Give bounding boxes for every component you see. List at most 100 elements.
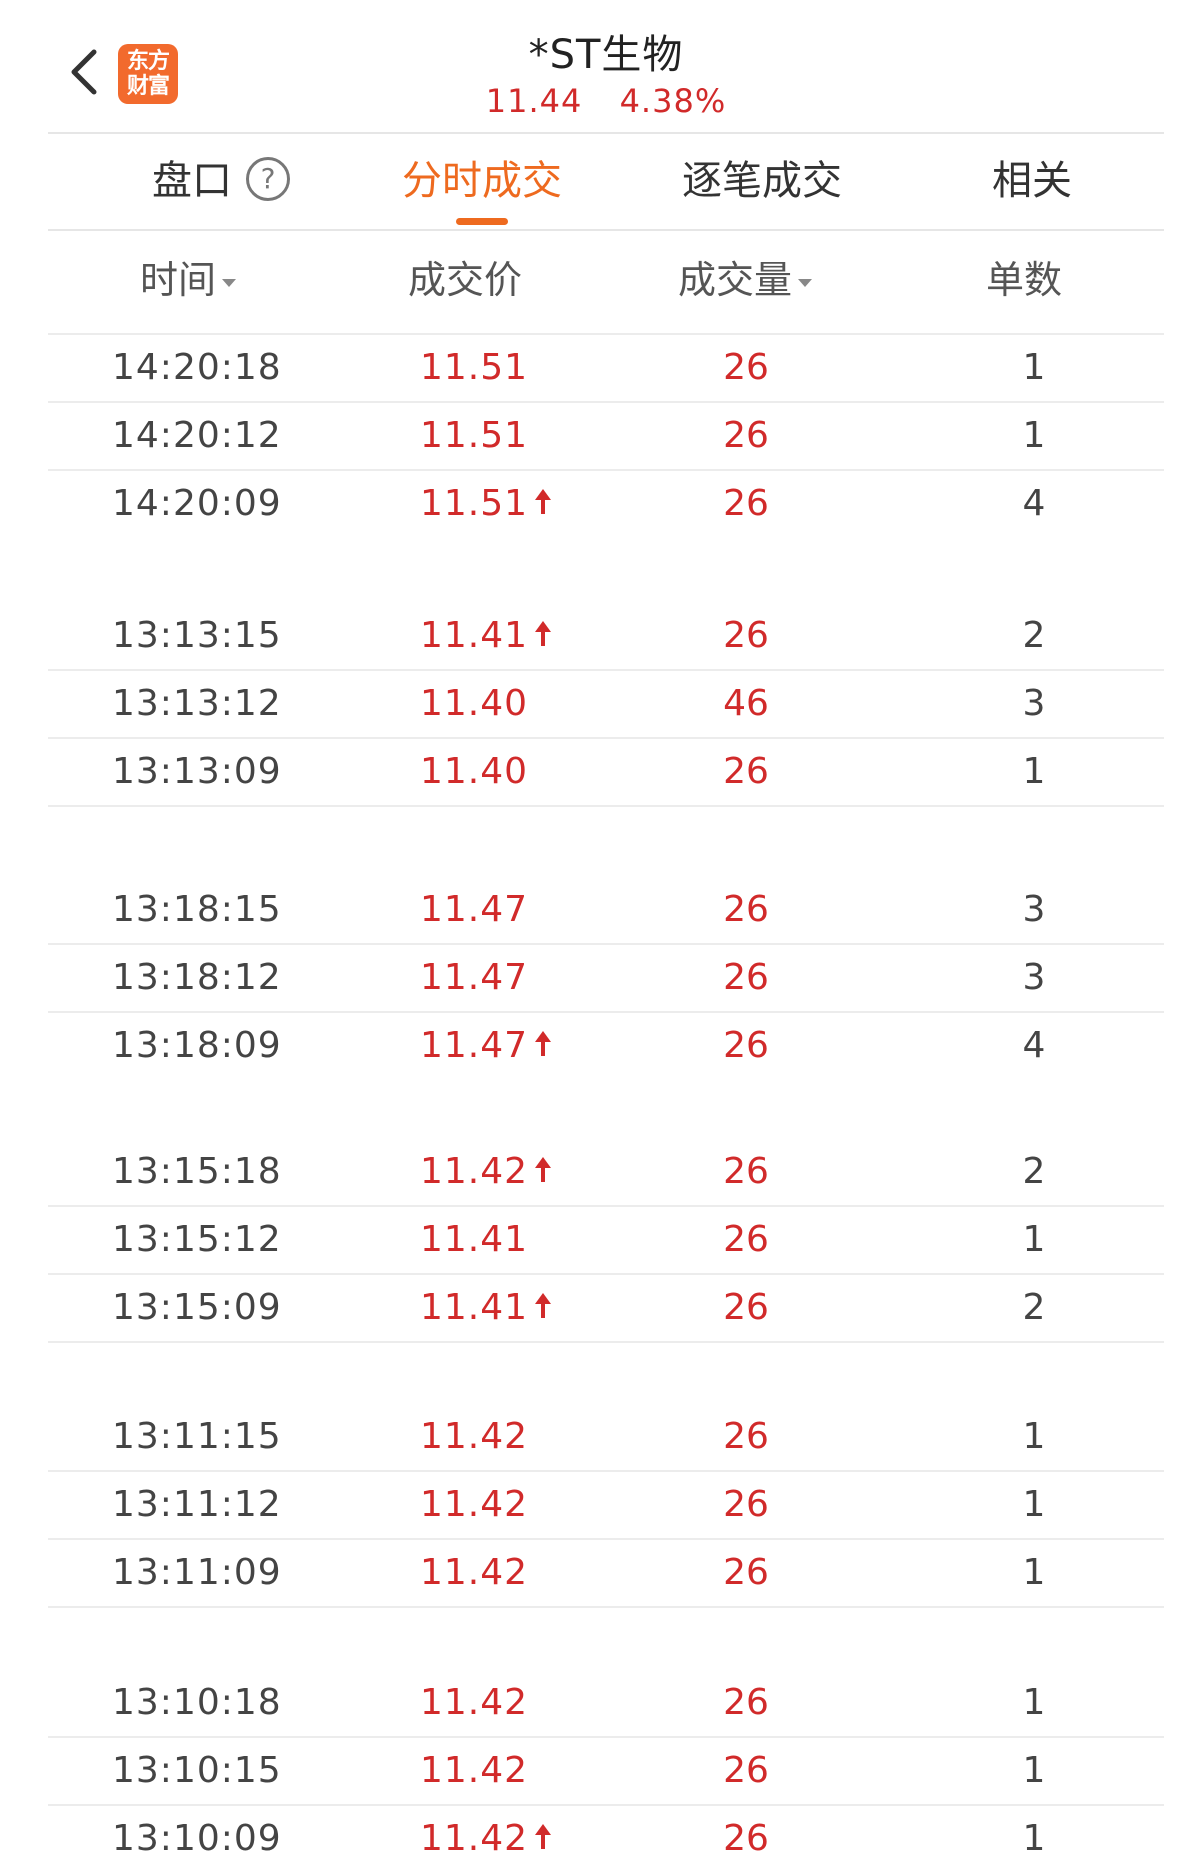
table-row[interactable]: 13:18:09 11.47 26 4 xyxy=(48,1012,1164,1080)
trade-price: 11.47 xyxy=(420,957,529,998)
table-row[interactable]: 14:20:12 11.51 26 1 xyxy=(48,402,1164,470)
trade-price-cell: 11.42 xyxy=(420,1805,554,1873)
trade-volume: 26 xyxy=(723,1818,769,1859)
trade-volume: 26 xyxy=(723,1219,769,1260)
trade-volume: 26 xyxy=(723,1416,769,1457)
help-icon[interactable]: ? xyxy=(246,157,290,201)
trade-count: 2 xyxy=(1022,1151,1046,1192)
tab-minute-trades[interactable]: 分时成交 xyxy=(372,134,592,228)
trade-count: 2 xyxy=(1022,615,1046,656)
trade-time: 14:20:09 xyxy=(112,483,282,524)
trade-count: 1 xyxy=(1022,1750,1046,1791)
trade-time: 13:11:15 xyxy=(112,1416,282,1457)
table-row[interactable]: 13:13:12 11.40 46 3 xyxy=(48,670,1164,738)
trade-price: 11.42 xyxy=(420,1750,529,1791)
column-header-price-label: 成交价 xyxy=(408,258,523,302)
table-row[interactable]: 13:10:15 11.42 26 1 xyxy=(48,1737,1164,1805)
table-row[interactable]: 13:11:12 11.42 26 1 xyxy=(48,1471,1164,1539)
tab-order-book-label: 盘口 xyxy=(152,158,232,204)
trade-volume: 26 xyxy=(723,1682,769,1723)
trade-volume: 26 xyxy=(723,1287,769,1328)
trade-volume: 26 xyxy=(723,615,769,656)
trade-price-cell: 11.47 xyxy=(420,876,528,944)
arrow-up-icon xyxy=(535,1824,552,1849)
table-row[interactable]: 13:13:09 11.40 26 1 xyxy=(48,738,1164,806)
trade-price-cell: 11.51 xyxy=(420,470,554,538)
row-divider xyxy=(48,1606,1164,1608)
trade-time: 14:20:18 xyxy=(112,347,282,388)
trade-time: 13:10:15 xyxy=(112,1750,282,1791)
trade-price-cell: 11.41 xyxy=(420,1274,554,1342)
tab-order-book[interactable]: 盘口? xyxy=(128,134,314,228)
table-row[interactable]: 13:11:15 11.42 26 1 xyxy=(48,1403,1164,1471)
trade-volume: 26 xyxy=(723,1484,769,1525)
trade-price: 11.41 xyxy=(420,1219,529,1260)
trade-price-cell: 11.42 xyxy=(420,1539,528,1607)
table-row[interactable]: 13:18:15 11.47 26 3 xyxy=(48,876,1164,944)
trade-count: 1 xyxy=(1022,1219,1046,1260)
trade-price-cell: 11.42 xyxy=(420,1669,528,1737)
trade-price: 11.42 xyxy=(420,1151,529,1192)
table-row[interactable]: 13:11:09 11.42 26 1 xyxy=(48,1539,1164,1607)
trade-price-cell: 11.41 xyxy=(420,1206,528,1274)
trade-price: 11.41 xyxy=(420,615,529,656)
column-header-count: 单数 xyxy=(986,242,1062,318)
trade-price-cell: 11.51 xyxy=(420,334,528,402)
trade-time: 13:18:15 xyxy=(112,889,282,930)
table-row[interactable]: 13:15:18 11.42 26 2 xyxy=(48,1138,1164,1206)
table-row[interactable]: 13:15:12 11.41 26 1 xyxy=(48,1206,1164,1274)
trade-count: 3 xyxy=(1022,683,1046,724)
trade-time: 13:15:12 xyxy=(112,1219,282,1260)
trade-volume: 26 xyxy=(723,415,769,456)
table-row[interactable]: 13:10:09 11.42 26 1 xyxy=(48,1805,1164,1873)
trade-price: 11.51 xyxy=(420,483,529,524)
trade-time: 13:10:09 xyxy=(112,1818,282,1859)
trade-count: 1 xyxy=(1022,347,1046,388)
column-header-volume-label: 成交量 xyxy=(678,258,793,302)
trade-count: 1 xyxy=(1022,1682,1046,1723)
column-header-count-label: 单数 xyxy=(986,258,1063,302)
trade-count: 1 xyxy=(1022,1484,1046,1525)
trade-count: 4 xyxy=(1022,483,1046,524)
trade-count: 1 xyxy=(1022,1552,1046,1593)
column-header-time-label: 时间 xyxy=(140,258,217,302)
trade-volume: 26 xyxy=(723,1750,769,1791)
trade-time: 14:20:12 xyxy=(112,415,282,456)
trade-count: 2 xyxy=(1022,1287,1046,1328)
trade-price: 11.47 xyxy=(420,889,529,930)
trade-volume: 26 xyxy=(723,957,769,998)
stock-quote: 11.44 4.38% xyxy=(0,82,1200,120)
trade-volume: 26 xyxy=(723,1552,769,1593)
trade-time: 13:11:12 xyxy=(112,1484,282,1525)
table-row[interactable]: 13:18:12 11.47 26 3 xyxy=(48,944,1164,1012)
tab-tick-trades[interactable]: 逐笔成交 xyxy=(652,134,872,228)
stock-price: 11.44 xyxy=(485,82,583,120)
column-header-time[interactable]: 时间 xyxy=(140,242,237,318)
table-row[interactable]: 13:10:18 11.42 26 1 xyxy=(48,1669,1164,1737)
arrow-up-icon xyxy=(535,1293,552,1318)
trade-price: 11.47 xyxy=(420,1025,529,1066)
active-tab-indicator xyxy=(456,218,508,225)
sort-caret-icon xyxy=(222,278,237,287)
trade-volume: 26 xyxy=(723,889,769,930)
trade-price-cell: 11.40 xyxy=(420,670,528,738)
table-row[interactable]: 13:15:09 11.41 26 2 xyxy=(48,1274,1164,1342)
table-row[interactable]: 13:13:15 11.41 26 2 xyxy=(48,602,1164,670)
column-header-volume[interactable]: 成交量 xyxy=(678,242,813,318)
tab-related[interactable]: 相关 xyxy=(962,134,1102,228)
table-row[interactable]: 14:20:09 11.51 26 4 xyxy=(48,470,1164,538)
trade-price: 11.41 xyxy=(420,1287,529,1328)
sort-caret-icon xyxy=(798,278,813,287)
row-divider xyxy=(48,805,1164,807)
trade-time: 13:18:12 xyxy=(112,957,282,998)
trade-price-cell: 11.42 xyxy=(420,1737,528,1805)
trade-count: 1 xyxy=(1022,415,1046,456)
header-bar: 东方 财富 *ST生物 11.44 4.38% xyxy=(0,0,1200,132)
table-row[interactable]: 14:20:18 11.51 26 1 xyxy=(48,334,1164,402)
trade-price-cell: 11.47 xyxy=(420,944,528,1012)
trade-volume: 26 xyxy=(723,751,769,792)
trade-time: 13:13:15 xyxy=(112,615,282,656)
trade-price: 11.42 xyxy=(420,1682,529,1723)
stock-name: *ST生物 xyxy=(528,32,684,78)
trade-price-cell: 11.40 xyxy=(420,738,528,806)
